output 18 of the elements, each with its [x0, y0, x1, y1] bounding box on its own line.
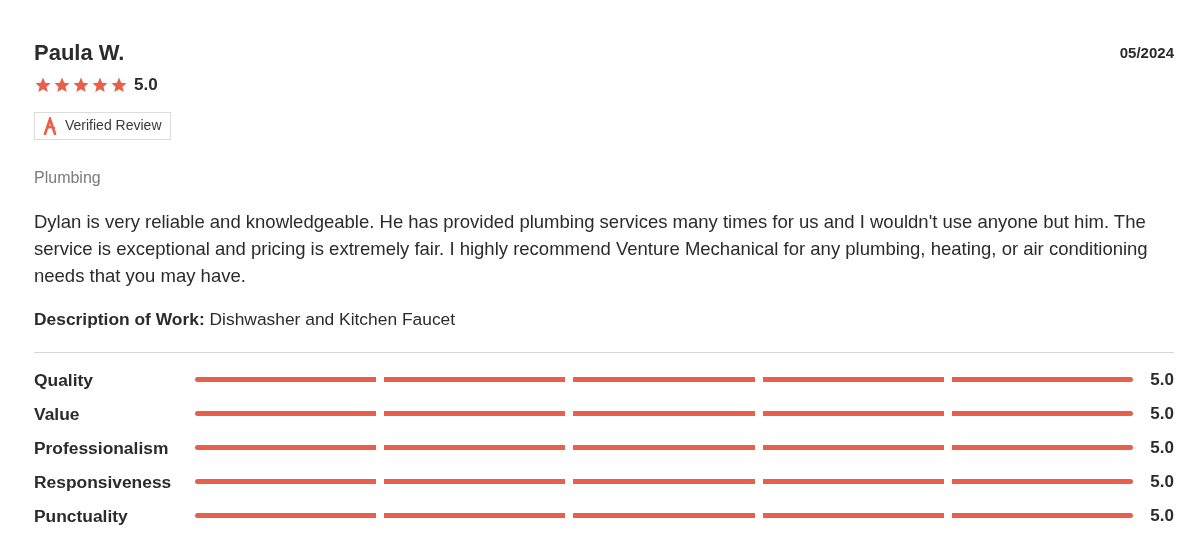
author-name: Paula W.	[34, 39, 125, 67]
rating-label: Professionalism	[34, 436, 170, 460]
verified-badge: Verified Review	[34, 111, 171, 140]
rating-value: 5.0	[1150, 368, 1174, 391]
rating-value: 5.0	[1150, 402, 1174, 425]
category-label: Plumbing	[34, 167, 102, 188]
rating-label: Responsiveness	[34, 470, 173, 494]
review-text: Dylan is very reliable and knowledgeable. He has provided plumbing services many times for us and I wouldn't use anyone but him. The service is exceptional and pricing is extremely fair. I highly recommend Venture Mechanical for any plumbing, heating, or air conditioning needs that you may have.	[34, 209, 1149, 288]
rating-value: 5.0	[1150, 470, 1174, 493]
rating-label: Value	[34, 402, 81, 426]
review-date: 05/2024	[1119, 43, 1174, 63]
rating-value: 5.0	[1150, 436, 1174, 459]
rating-value: 5.0	[1150, 504, 1174, 527]
rating-label: Quality	[34, 368, 94, 392]
logo-icon	[43, 116, 57, 135]
work-description: Description of Work: Dishwasher and Kitchen Faucet	[34, 307, 457, 331]
rating-value: 5.0	[134, 74, 158, 96]
rating-label: Punctuality	[34, 504, 129, 528]
